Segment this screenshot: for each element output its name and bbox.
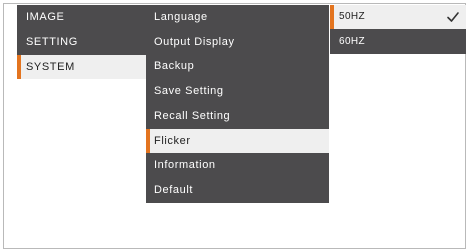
submenu-item-recall-setting[interactable]: Recall Setting xyxy=(146,104,329,128)
flicker-options: 50HZ 60HZ xyxy=(330,5,466,54)
submenu-item-language[interactable]: Language xyxy=(146,5,329,29)
submenu-item-backup[interactable]: Backup xyxy=(146,54,329,78)
option-50hz[interactable]: 50HZ xyxy=(330,5,466,29)
system-submenu: Language Output Display Backup Save Sett… xyxy=(146,5,329,203)
check-icon xyxy=(447,12,459,22)
submenu-item-information[interactable]: Information xyxy=(146,153,329,177)
submenu-item-output-display[interactable]: Output Display xyxy=(146,30,329,54)
menu-item-system[interactable]: SYSTEM xyxy=(17,55,146,79)
option-60hz[interactable]: 60HZ xyxy=(330,30,466,54)
menu-item-setting[interactable]: SETTING xyxy=(17,30,146,54)
submenu-item-save-setting[interactable]: Save Setting xyxy=(146,79,329,103)
menu-item-image[interactable]: IMAGE xyxy=(17,5,146,29)
submenu-item-default[interactable]: Default xyxy=(146,178,329,202)
category-menu: IMAGE SETTING SYSTEM xyxy=(17,5,146,79)
option-50hz-label: 50HZ xyxy=(339,11,366,22)
submenu-item-flicker[interactable]: Flicker xyxy=(146,129,329,153)
option-60hz-label: 60HZ xyxy=(339,36,366,47)
